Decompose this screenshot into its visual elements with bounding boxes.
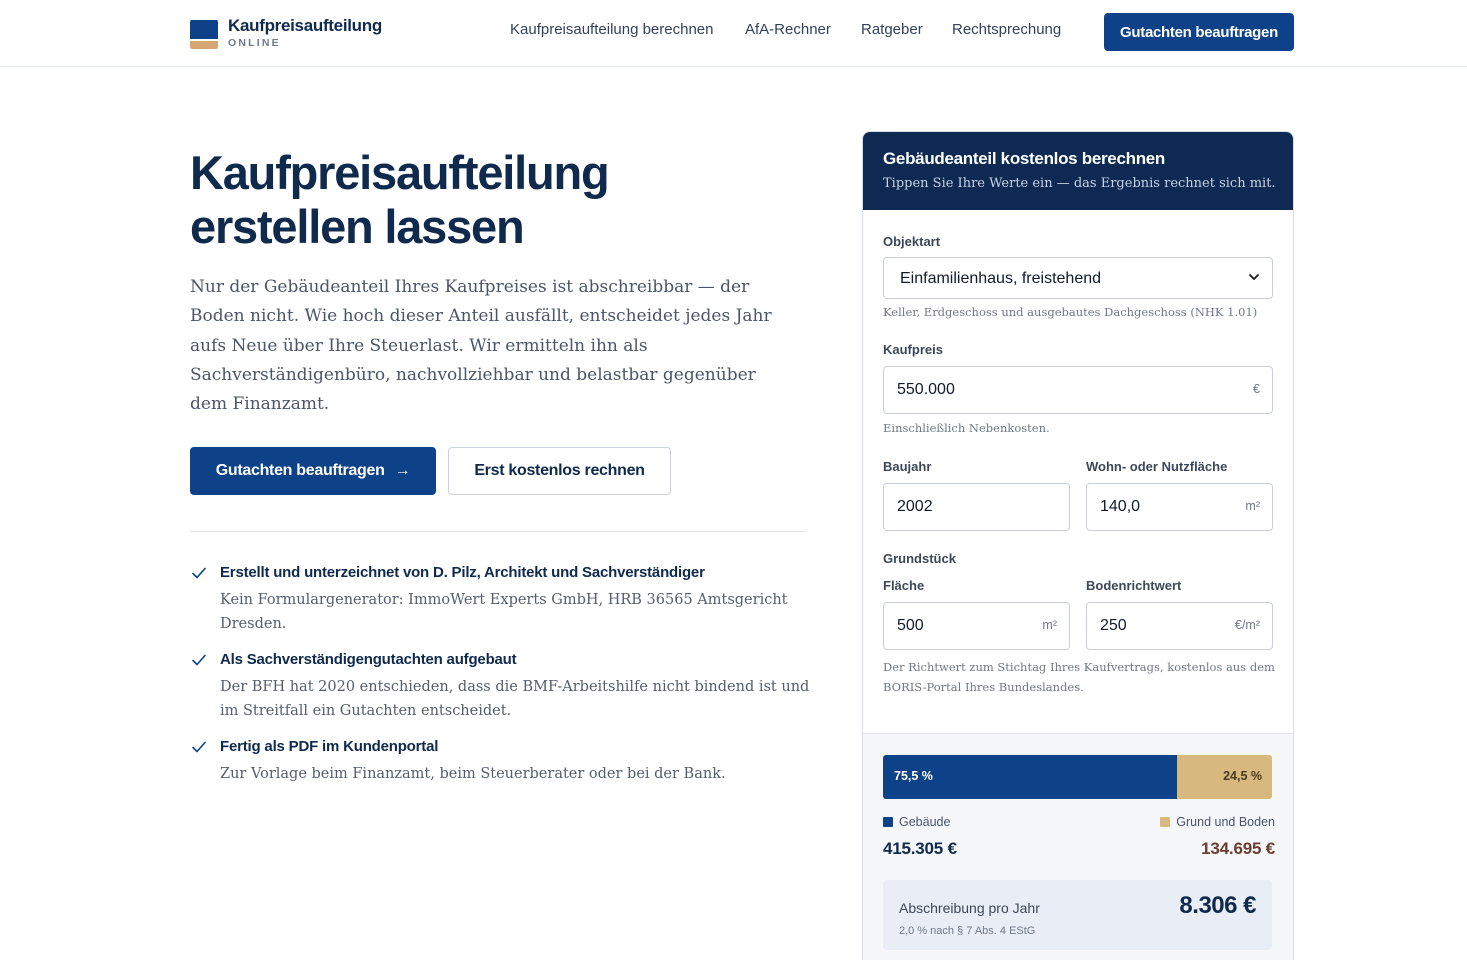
objektart-select[interactable]: Einfamilienhaus, freistehend — [883, 257, 1273, 299]
land-share-segment: 24,5 % — [1176, 755, 1272, 799]
feature-title: Als Sachverständigengutachten aufgebaut — [220, 651, 517, 668]
feature-title: Fertig als PDF im Kundenportal — [220, 738, 439, 755]
share-bar: 75,5 % 24,5 % — [883, 755, 1272, 799]
logo-icon — [190, 20, 218, 53]
objektart-value: Einfamilienhaus, freistehend — [900, 270, 1102, 287]
bodenrichtwert-hint: Der Richtwert zum Stichtag Ihres Kaufver… — [883, 660, 1275, 694]
building-amount: 415.305 € — [883, 839, 957, 858]
kaufpreis-label: Kaufpreis — [883, 342, 943, 357]
land-share-label: 24,5 % — [1223, 769, 1262, 783]
objektart-label: Objektart — [883, 234, 941, 249]
check-icon — [192, 654, 206, 666]
site-header: Kaufpreisaufteilung ONLINE Kaufpreisauft… — [0, 0, 1467, 67]
grundstueck-heading: Grundstück — [883, 551, 956, 566]
calculator-subtitle: Tippen Sie Ihre Werte ein — das Ergebnis… — [883, 176, 1276, 191]
check-icon — [192, 741, 206, 753]
nav-link-afa-rechner[interactable]: AfA-Rechner — [745, 21, 831, 38]
chevron-down-icon — [1249, 274, 1259, 280]
building-share-label: 75,5 % — [894, 769, 933, 783]
divider — [190, 531, 806, 532]
baujahr-label: Baujahr — [883, 459, 932, 474]
afa-note: 2,0 % nach § 7 Abs. 4 EStG — [899, 925, 1036, 937]
legend-swatch — [1160, 817, 1171, 827]
calculator-title: Gebäudeanteil kostenlos berechnen — [883, 149, 1166, 168]
bodenrichtwert-input[interactable]: 250 €/m² — [1086, 602, 1273, 650]
kaufpreis-hint: Einschließlich Nebenkosten. — [883, 421, 1050, 435]
baujahr-value: 2002 — [897, 498, 933, 515]
flaeche-value: 500 — [897, 617, 924, 634]
feature-item: Erstellt und unterzeichnet von D. Pilz, … — [190, 563, 810, 636]
building-share-segment: 75,5 % — [883, 755, 1177, 799]
order-report-button[interactable]: Gutachten beauftragen → — [190, 447, 436, 495]
page-title: Kaufpreisaufteilung erstellen lassen — [190, 146, 610, 253]
brand-tagline: ONLINE — [228, 37, 281, 49]
afa-label: Abschreibung pro Jahr — [899, 900, 1040, 916]
brand-name: Kaufpreisaufteilung — [228, 16, 382, 35]
nav-link-kaufpreisaufteilung[interactable]: Kaufpreisaufteilung berechnen — [510, 21, 713, 38]
check-icon — [192, 567, 206, 579]
legend-swatch — [883, 817, 893, 827]
flaeche-label: Fläche — [883, 578, 925, 593]
legend-building: Gebäude — [883, 815, 950, 829]
kaufpreis-input[interactable]: 550.000 € — [883, 366, 1273, 414]
legend-land: Grund und Boden — [1160, 815, 1275, 829]
baujahr-input[interactable]: 2002 — [883, 483, 1070, 531]
feature-item: Fertig als PDF im Kundenportal Zur Vorla… — [190, 737, 810, 786]
hero-description: Nur der Gebäudeanteil Ihres Kaufpreises … — [190, 277, 772, 415]
feature-item: Als Sachverständigengutachten aufgebaut … — [190, 650, 810, 723]
euro-per-sqm-unit: €/m² — [1235, 618, 1260, 632]
afa-value: 8.306 € — [1179, 892, 1256, 919]
kaufpreis-value: 550.000 — [897, 381, 955, 398]
feature-text: Kein Formulargenerator: ImmoWert Experts… — [220, 592, 788, 632]
euro-unit: € — [1253, 382, 1260, 396]
wohnflaeche-input[interactable]: 140,0 m² — [1086, 483, 1273, 531]
nav-link-ratgeber[interactable]: Ratgeber — [861, 21, 923, 38]
calculate-free-button[interactable]: Erst kostenlos rechnen — [448, 447, 671, 495]
wohnflaeche-value: 140,0 — [1100, 498, 1141, 515]
feature-text: Der BFH hat 2020 entschieden, dass die B… — [220, 679, 810, 719]
objektart-hint: Keller, Erdgeschoss und ausgebautes Dach… — [883, 305, 1258, 319]
grundstueck-flaeche-input[interactable]: 500 m² — [883, 602, 1070, 650]
bodenrichtwert-value: 250 — [1100, 617, 1127, 634]
calculator-header: Gebäudeanteil kostenlos berechnen Tippen… — [863, 132, 1293, 210]
header-cta-button[interactable]: Gutachten beauftragen — [1104, 13, 1294, 51]
land-amount: 134.695 € — [1201, 839, 1275, 858]
calculator-card: Gebäudeanteil kostenlos berechnen Tippen… — [862, 131, 1294, 960]
nav-link-rechtsprechung[interactable]: Rechtsprechung — [952, 21, 1061, 38]
brand-logo[interactable]: Kaufpreisaufteilung ONLINE — [190, 16, 382, 53]
afa-box: Abschreibung pro Jahr 2,0 % nach § 7 Abs… — [883, 880, 1272, 950]
sqm-unit: m² — [1042, 618, 1057, 632]
result-panel: 75,5 % 24,5 % Gebäude Grund und Boden 41… — [863, 733, 1293, 960]
wohnflaeche-label: Wohn- oder Nutzfläche — [1086, 459, 1228, 474]
sqm-unit: m² — [1245, 499, 1260, 513]
feature-title: Erstellt und unterzeichnet von D. Pilz, … — [220, 564, 705, 581]
bodenrichtwert-label: Bodenrichtwert — [1086, 578, 1182, 593]
arrow-right-icon: → — [394, 462, 411, 479]
feature-text: Zur Vorlage beim Finanzamt, beim Steuerb… — [220, 766, 726, 782]
